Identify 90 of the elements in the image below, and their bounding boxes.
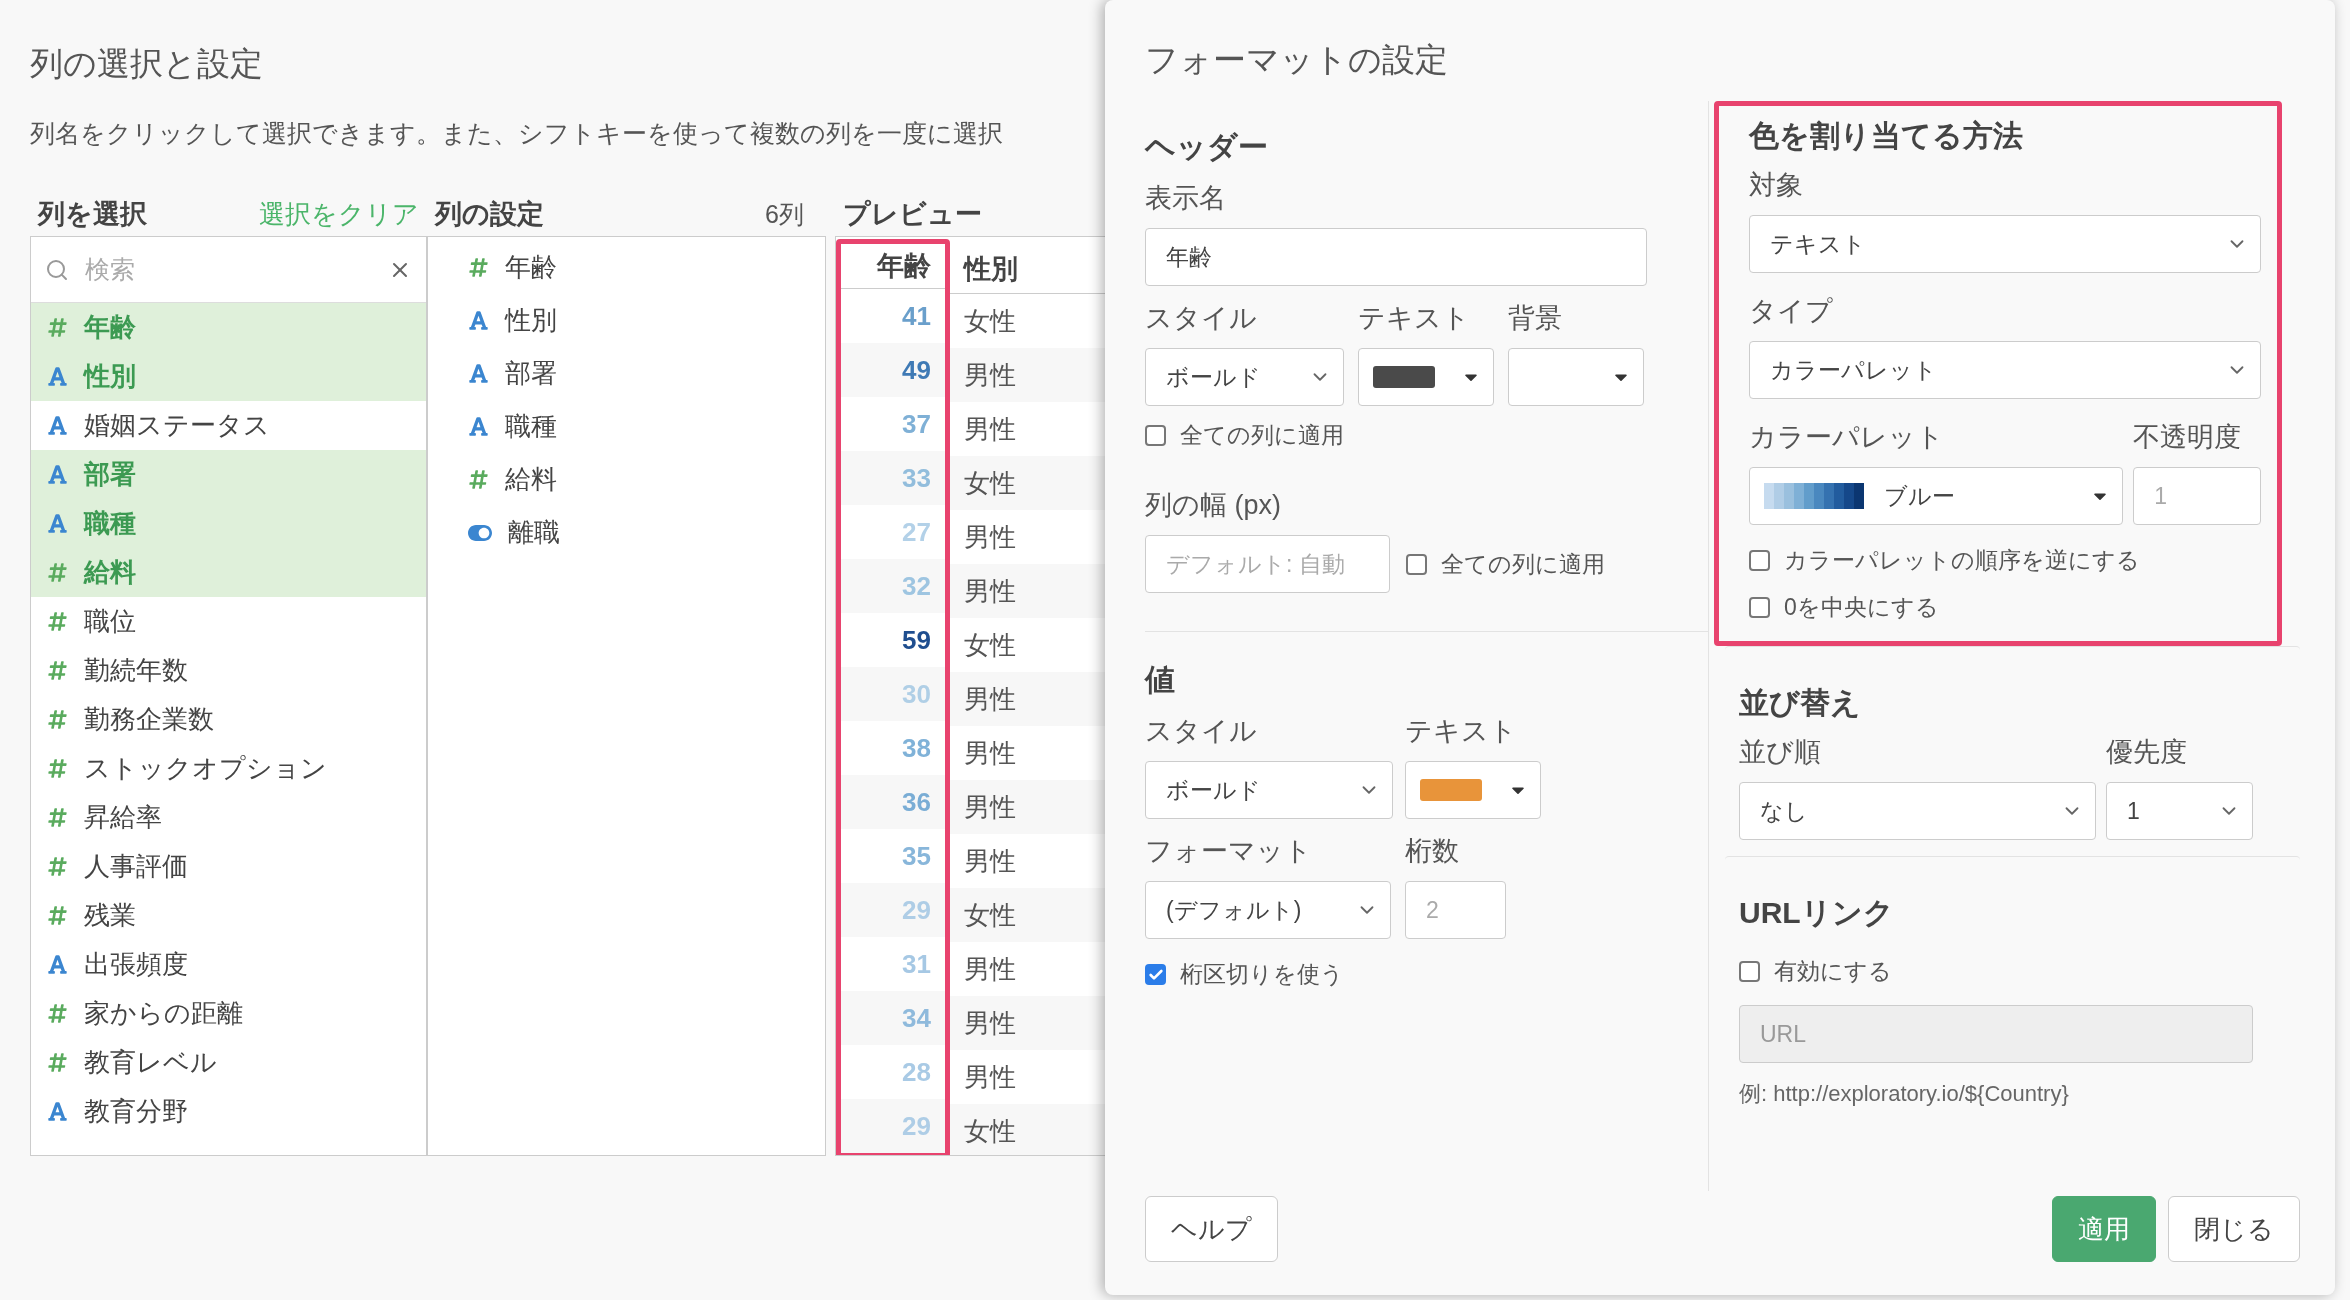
color-picker[interactable] [1358,348,1494,406]
letter-a-icon [47,464,68,485]
field-label: 表示名 [1145,182,1226,215]
color-picker[interactable] [1405,761,1541,819]
checkbox[interactable]: 全ての列に適用 [1145,420,1344,451]
search-field[interactable]: 検索 [83,249,374,290]
dropdown[interactable]: カラーパレット [1749,341,2261,399]
hash-icon [47,758,68,779]
section-heading: 色を割り当てる方法 [1749,118,2023,154]
column-count: 6列 [765,198,804,230]
close-button[interactable]: 閉じる [2168,1196,2300,1262]
field-label: テキスト [1405,715,1517,748]
column-setting-item[interactable]: 性別 [428,294,825,347]
hash-icon [47,905,68,926]
table-cell: 29 [841,1099,945,1153]
hash-icon [47,856,68,877]
hash-icon [47,562,68,583]
checkbox[interactable]: 有効にする [1739,956,1892,987]
color-picker[interactable] [1508,348,1644,406]
dropdown[interactable]: (デフォルト) [1145,881,1391,939]
dialog-title: フォーマットの設定 [1145,40,1448,80]
input-field[interactable]: 2 [1405,881,1506,939]
input-field[interactable]: 1 [2133,467,2261,525]
hash-icon [47,1003,68,1024]
field-label: 優先度 [2106,736,2187,769]
example-text: 例: http://exploratory.io/${Country} [1739,1080,2069,1108]
letter-a-icon [47,366,68,387]
search-icon [45,257,69,282]
section-heading: 並び替え [1739,685,1861,721]
field-label: 不透明度 [2133,421,2242,454]
field-label: 列の幅 (px) [1145,489,1281,522]
hash-icon [47,807,68,828]
column-setting-item[interactable]: 年齢 [428,241,825,294]
field-label: 対象 [1749,169,1803,202]
hash-icon [468,469,489,490]
field-label: カラーパレット [1749,421,1944,454]
letter-a-icon [47,513,68,534]
palette-swatch-icon [1764,483,1864,509]
field-label: 背景 [1508,302,1562,335]
table-cell: 34 [841,991,945,1045]
field-label: テキスト [1358,302,1470,335]
checkbox[interactable]: 全ての列に適用 [1406,548,1605,580]
dropdown[interactable]: ボールド [1145,348,1344,406]
dropdown[interactable]: ボールド [1145,761,1393,819]
field-label: タイプ [1749,295,1833,328]
hash-icon [47,660,68,681]
column-setting-item[interactable]: 給料 [428,453,825,506]
table-cell: 33 [841,451,945,505]
field-label: 並び順 [1739,736,1821,769]
table-cell: 30 [841,667,945,721]
field-label: スタイル [1145,302,1257,335]
letter-a-icon [468,363,489,384]
checkbox[interactable]: カラーパレットの順序を逆にする [1749,545,2140,576]
letter-a-icon [47,1101,68,1122]
letter-a-icon [47,415,68,436]
hash-icon [47,317,68,338]
dropdown[interactable]: テキスト [1749,215,2261,273]
column-setting-item[interactable]: 職種 [428,400,825,453]
section-heading: 列の設定 [435,198,544,231]
table-cell: 49 [841,343,945,397]
hash-icon [468,257,489,278]
description: 列名をクリックして選択できます。また、シフトキーを使って複数の列を一度に選択 [30,118,1003,149]
section-heading: 値 [1145,662,1175,698]
field-label: 桁数 [1405,835,1459,868]
dropdown[interactable]: なし [1739,782,2096,840]
field-label: スタイル [1145,715,1257,748]
help-button[interactable]: ヘルプ [1145,1196,1278,1262]
hash-icon [47,611,68,632]
dropdown[interactable]: ブルー [1749,467,2124,525]
input-field[interactable]: デフォルト: 自動 [1145,535,1390,593]
table-cell: 29 [841,883,945,937]
section-heading: 列を選択 [38,198,147,231]
dropdown[interactable]: 1 [2106,782,2253,840]
checkbox[interactable]: 0を中央にする [1749,592,1939,623]
table-cell: 36 [841,775,945,829]
hash-icon [47,709,68,730]
hash-icon [47,1052,68,1073]
field-label: フォーマット [1145,835,1312,868]
page-title: 列の選択と設定 [30,44,263,84]
column-setting-item[interactable]: 部署 [428,347,825,400]
checkbox[interactable]: 桁区切りを使う [1145,959,1344,990]
column-setting-item[interactable]: 離職 [428,506,825,559]
section-heading: ヘッダー [1145,129,1268,165]
section-heading: URLリンク [1739,895,1894,931]
input-field[interactable]: 年齢 [1145,228,1647,286]
section-heading: プレビュー [843,198,982,231]
table-cell: 32 [841,559,945,613]
letter-a-icon [468,310,489,331]
letter-a-icon [47,954,68,975]
letter-a-icon [468,416,489,437]
